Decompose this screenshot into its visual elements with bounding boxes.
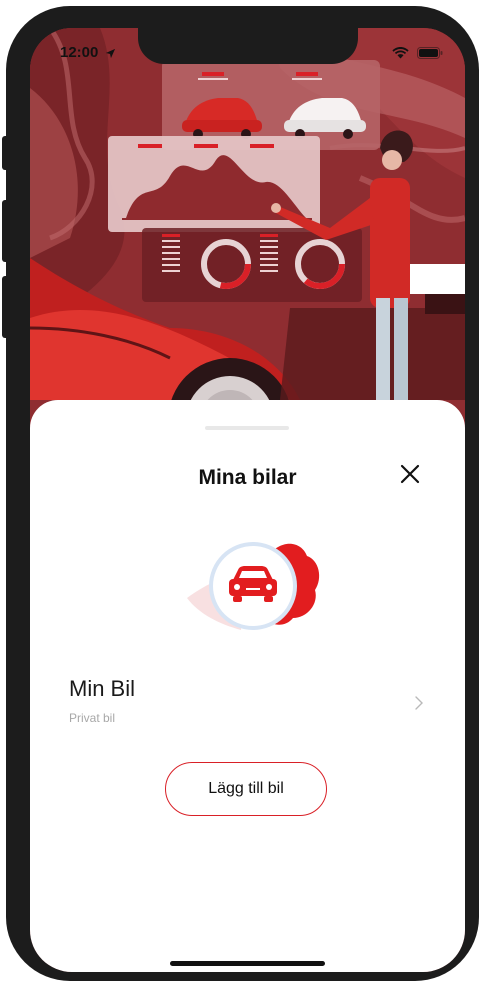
battery-icon: [417, 46, 443, 59]
status-time-text: 12:00: [60, 44, 99, 61]
close-icon[interactable]: [396, 460, 424, 488]
home-indicator[interactable]: [170, 961, 325, 966]
my-cars-sheet: Mina bilar Min Bil Privat bil Lägg till …: [30, 400, 465, 972]
screen: 12:00 Mina bilar Min Bil Privat bil Lägg…: [30, 28, 465, 972]
chevron-right-icon[interactable]: [413, 695, 425, 711]
hero-illustration: [30, 28, 465, 448]
status-icons: [392, 46, 443, 59]
sheet-drag-handle[interactable]: [205, 426, 289, 430]
notch: [138, 28, 358, 64]
add-car-button[interactable]: Lägg till bil: [165, 762, 327, 816]
car-name: Min Bil: [69, 676, 136, 701]
status-time: 12:00: [60, 44, 116, 61]
location-arrow-icon: [105, 48, 115, 58]
car-type: Privat bil: [69, 711, 116, 725]
car-illustration: [187, 542, 320, 630]
wifi-icon: [392, 47, 409, 59]
